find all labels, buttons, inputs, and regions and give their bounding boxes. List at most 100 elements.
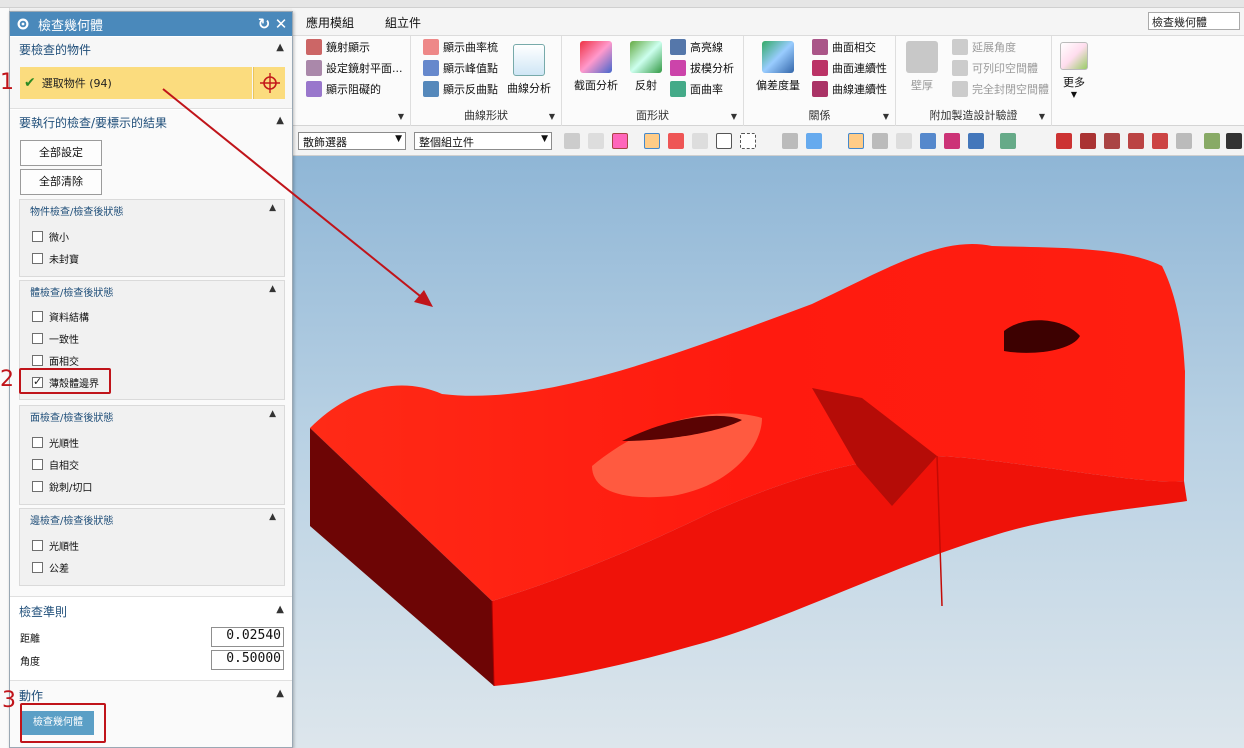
face-intersection-button[interactable]: 曲面相交 xyxy=(812,37,876,57)
studio-icon[interactable] xyxy=(944,133,960,149)
wcs-icon[interactable] xyxy=(1128,133,1144,149)
set-all-button[interactable]: 全部設定 xyxy=(20,140,102,166)
more-button[interactable]: 更多 ▼ xyxy=(1060,42,1088,99)
axis-icon[interactable] xyxy=(1104,133,1120,149)
section-header[interactable]: 要執行的檢查/要標示的結果 ▲ xyxy=(10,110,292,134)
highlight-lines-button[interactable]: 高亮線 xyxy=(670,37,723,57)
menu-applications[interactable]: 應用模組 xyxy=(306,14,354,31)
gear-icon[interactable] xyxy=(16,17,30,31)
set-mirror-plane-button[interactable]: 設定鏡射平面... xyxy=(306,58,403,78)
checkbox-data-structure[interactable]: 資料結構 xyxy=(32,307,89,325)
draft-analysis-button[interactable]: 拔模分析 xyxy=(670,58,734,78)
group-title[interactable]: 物件檢查/檢查後狀態 ▲ xyxy=(20,200,284,220)
group-title[interactable]: 體檢查/檢查後狀態 ▲ xyxy=(20,281,284,301)
checkbox[interactable] xyxy=(32,561,43,573)
command-search-input[interactable]: 檢查幾何體 xyxy=(1148,12,1240,30)
render-style-icon[interactable] xyxy=(848,133,864,149)
enclosed-volume-button[interactable]: 完全封閉空間體 xyxy=(952,79,1049,99)
snap-icon[interactable] xyxy=(564,133,580,149)
mirror-display-button[interactable]: 鏡射顯示 xyxy=(306,37,370,57)
checkbox[interactable] xyxy=(32,436,43,448)
checkbox[interactable] xyxy=(32,332,43,344)
fullscreen-icon[interactable] xyxy=(1226,133,1242,149)
curvature-comb-button[interactable]: 顯示曲率梳 xyxy=(423,37,498,57)
orient-view-icon[interactable] xyxy=(1000,133,1016,149)
printable-volume-button[interactable]: 可列印空間體 xyxy=(952,58,1038,78)
peak-points-button[interactable]: 顯示峰值點 xyxy=(423,58,498,78)
group-more-arrow[interactable]: ▼ xyxy=(883,112,889,121)
menu-assemblies[interactable]: 組立件 xyxy=(385,14,421,31)
group-more-arrow[interactable]: ▼ xyxy=(1039,112,1045,121)
chevron-up-icon[interactable]: ▲ xyxy=(269,512,276,522)
clear-all-button[interactable]: 全部清除 xyxy=(20,169,102,195)
group-more-arrow[interactable]: ▼ xyxy=(731,112,737,121)
chevron-up-icon[interactable]: ▲ xyxy=(276,604,284,615)
checkbox-face-intersections[interactable]: 面相交 xyxy=(32,351,79,369)
checkbox-consistency[interactable]: 一致性 xyxy=(32,329,79,347)
inflection-points-button[interactable]: 顯示反曲點 xyxy=(423,79,498,99)
checkbox-self-intersection[interactable]: 自相交 xyxy=(32,455,79,473)
overhang-angle-button[interactable]: 延展角度 xyxy=(952,37,1016,57)
graphics-viewport[interactable] xyxy=(292,156,1244,748)
vector-icon[interactable] xyxy=(1152,133,1168,149)
checkbox[interactable] xyxy=(32,354,43,366)
part-model[interactable] xyxy=(292,156,1244,748)
select-object-row[interactable]: ✔ 選取物件 (94) xyxy=(20,67,252,99)
close-icon[interactable]: ✕ xyxy=(273,15,289,33)
show-obstructed-button[interactable]: 顯示阻礙的 xyxy=(306,79,381,99)
checkbox-edge-smoothness[interactable]: 光順性 xyxy=(32,536,79,554)
group-title[interactable]: 面檢查/檢查後狀態 ▲ xyxy=(20,406,284,426)
section-header[interactable]: 要檢查的物件 ▲ xyxy=(10,37,292,61)
chevron-up-icon[interactable]: ▲ xyxy=(269,284,276,294)
select-target-button[interactable] xyxy=(253,67,285,99)
filter-icon[interactable] xyxy=(588,133,604,149)
csys-dynamic-icon[interactable] xyxy=(1080,133,1096,149)
chevron-up-icon[interactable]: ▲ xyxy=(276,42,284,53)
section-analysis-button[interactable]: 截面分析 xyxy=(574,41,618,93)
face-curvature-button[interactable]: 面曲率 xyxy=(670,79,723,99)
checkbox-spikes-cuts[interactable]: 銳刺/切口 xyxy=(32,477,92,495)
hidden-edge-icon[interactable] xyxy=(896,133,912,149)
face-continuity-button[interactable]: 曲面連續性 xyxy=(812,58,887,78)
select-feature-icon[interactable] xyxy=(612,133,628,149)
section-header[interactable]: 檢查準則 ▲ xyxy=(10,599,292,623)
type-filter-select[interactable]: 散飾選器 ▼ xyxy=(298,132,406,150)
scope-select[interactable]: 整個組立件 ▼ xyxy=(414,132,552,150)
chevron-up-icon[interactable]: ▲ xyxy=(269,203,276,213)
checkbox[interactable] xyxy=(32,539,43,551)
view-cube-icon[interactable] xyxy=(806,133,822,149)
checkbox[interactable] xyxy=(32,230,43,242)
select-body-icon[interactable] xyxy=(644,133,660,149)
checkbox-misaligned[interactable]: 未封寶 xyxy=(32,249,79,267)
checkbox-face-smoothness[interactable]: 光順性 xyxy=(32,433,79,451)
rectangle-select-icon[interactable] xyxy=(740,133,756,149)
deviation-gauge-button[interactable]: 偏差度量 xyxy=(756,41,800,93)
curve-analysis-button[interactable]: 曲線分析 xyxy=(507,44,551,96)
group-more-arrow[interactable]: ▼ xyxy=(398,112,404,121)
csys-icon[interactable] xyxy=(1056,133,1072,149)
checkbox[interactable] xyxy=(32,252,43,264)
checkbox-tiny[interactable]: 微小 xyxy=(32,227,69,245)
angle-input[interactable]: 0.50000 xyxy=(211,650,284,670)
display-mode-icon[interactable] xyxy=(968,133,984,149)
chevron-up-icon[interactable]: ▲ xyxy=(276,115,284,126)
point-snap-icon[interactable] xyxy=(668,133,684,149)
wall-thickness-button[interactable]: 壁厚 xyxy=(906,41,938,93)
curve-snap-icon[interactable] xyxy=(692,133,708,149)
chevron-up-icon[interactable]: ▲ xyxy=(276,688,284,699)
checkbox[interactable] xyxy=(32,480,43,492)
reflection-button[interactable]: 反射 xyxy=(630,41,662,93)
wireframe-icon[interactable] xyxy=(872,133,888,149)
distance-input[interactable]: 0.02540 xyxy=(211,627,284,647)
shaded-edges-icon[interactable] xyxy=(920,133,936,149)
group-title[interactable]: 邊檢查/檢查後狀態 ▲ xyxy=(20,509,284,529)
print-icon[interactable] xyxy=(1176,133,1192,149)
presentation-icon[interactable] xyxy=(1204,133,1220,149)
view-shaded-icon[interactable] xyxy=(782,133,798,149)
polygon-select-icon[interactable] xyxy=(716,133,732,149)
group-more-arrow[interactable]: ▼ xyxy=(549,112,555,121)
chevron-up-icon[interactable]: ▲ xyxy=(269,409,276,419)
reset-icon[interactable]: ↻ xyxy=(256,15,272,33)
checkbox[interactable] xyxy=(32,458,43,470)
curve-continuity-button[interactable]: 曲線連續性 xyxy=(812,79,887,99)
